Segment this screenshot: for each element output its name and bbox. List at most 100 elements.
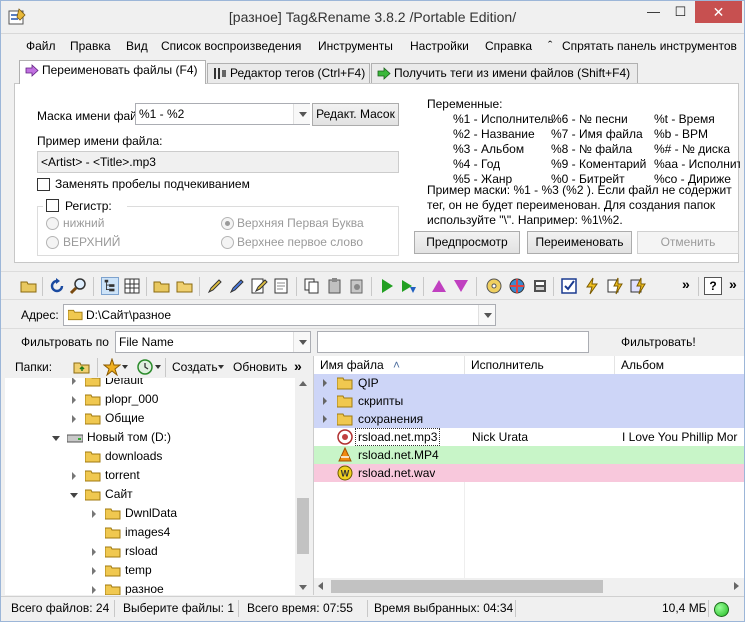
filter-apply-button[interactable]: Фильтровать! bbox=[621, 335, 696, 349]
tree-collapse-icon[interactable] bbox=[70, 493, 78, 498]
scroll-right-arrow[interactable] bbox=[734, 582, 739, 590]
folder-icon[interactable] bbox=[176, 277, 194, 295]
replace-spaces-checkbox[interactable] bbox=[37, 178, 50, 191]
play-list-icon[interactable] bbox=[400, 277, 418, 295]
file-row[interactable]: скрипты bbox=[314, 392, 744, 410]
file-row[interactable]: Wrsload.net.wav bbox=[314, 464, 744, 482]
cd-icon[interactable] bbox=[485, 277, 503, 295]
tree-expand-icon[interactable] bbox=[72, 378, 76, 385]
case-checkbox[interactable] bbox=[46, 199, 59, 212]
document-icon[interactable] bbox=[272, 277, 290, 295]
menu-tools[interactable]: Инструменты bbox=[318, 39, 393, 53]
file-row[interactable]: сохранения bbox=[314, 410, 744, 428]
refresh-icon[interactable] bbox=[48, 277, 66, 295]
menu-file[interactable]: Файл bbox=[26, 39, 56, 53]
minimize-button[interactable]: — bbox=[640, 1, 667, 23]
file-row[interactable]: rsload.net.mp3 Nick Urata I Love You Phill… bbox=[314, 428, 737, 446]
case-lower-radio[interactable] bbox=[46, 217, 59, 230]
address-input[interactable]: D:\Сайт\разное bbox=[63, 304, 496, 326]
toolbar-overflow-button[interactable]: » bbox=[682, 276, 690, 292]
menu-playlist[interactable]: Список воспроизведения bbox=[161, 39, 301, 53]
file-row[interactable]: QIP bbox=[314, 374, 744, 392]
scroll-thumb[interactable] bbox=[331, 580, 603, 593]
maximize-button[interactable]: ☐ bbox=[667, 1, 694, 23]
rename-button[interactable]: Переименовать bbox=[527, 231, 632, 254]
database-icon[interactable] bbox=[531, 277, 549, 295]
tab-tag-editor[interactable]: Редактор тегов (Ctrl+F4) bbox=[207, 63, 370, 83]
folder-up-icon[interactable] bbox=[153, 277, 171, 295]
refresh-button[interactable]: Обновить bbox=[233, 360, 287, 374]
sort-up-icon[interactable] bbox=[430, 277, 448, 295]
tree-scrollbar[interactable] bbox=[295, 378, 311, 595]
column-header-album[interactable]: Альбом bbox=[615, 356, 744, 374]
tree-expand-icon[interactable] bbox=[92, 510, 96, 518]
tree-expand-icon[interactable] bbox=[92, 548, 96, 556]
folder-expand-icon[interactable] bbox=[323, 379, 327, 387]
paste-special-icon[interactable] bbox=[348, 277, 366, 295]
search-icon[interactable] bbox=[70, 277, 88, 295]
tree-expand-icon[interactable] bbox=[92, 567, 96, 575]
splitter[interactable] bbox=[1, 264, 744, 270]
copy-icon[interactable] bbox=[303, 277, 321, 295]
checklist-icon[interactable] bbox=[560, 277, 578, 295]
scroll-up-arrow[interactable] bbox=[299, 381, 307, 386]
case-first-radio[interactable] bbox=[221, 236, 234, 249]
scroll-down-arrow[interactable] bbox=[299, 585, 307, 590]
tree-collapse-icon[interactable] bbox=[52, 436, 60, 441]
tree-expand-icon[interactable] bbox=[72, 415, 76, 423]
preview-button[interactable]: Предпросмотр bbox=[414, 231, 520, 254]
tree-expand-icon[interactable] bbox=[92, 586, 96, 594]
lightning-document-icon[interactable] bbox=[606, 277, 624, 295]
scroll-thumb[interactable] bbox=[297, 498, 309, 554]
menu-settings[interactable]: Настройки bbox=[410, 39, 469, 53]
chevron-down-icon[interactable] bbox=[218, 365, 224, 369]
cancel-button[interactable]: Отменить bbox=[637, 231, 739, 254]
edit-document-icon[interactable] bbox=[250, 277, 268, 295]
column-header-filename[interactable]: Имя файла ˄ bbox=[314, 356, 465, 374]
tree-expand-icon[interactable] bbox=[72, 472, 76, 480]
scroll-left-arrow[interactable] bbox=[318, 582, 323, 590]
menu-view[interactable]: Вид bbox=[126, 39, 148, 53]
folder-toolbar-overflow[interactable]: » bbox=[294, 358, 302, 374]
filter-field-select[interactable]: File Name bbox=[115, 331, 311, 353]
grid-view-icon[interactable] bbox=[123, 277, 141, 295]
tree-view-icon[interactable] bbox=[101, 277, 119, 295]
globe-icon[interactable] bbox=[508, 277, 526, 295]
history-icon[interactable] bbox=[136, 358, 154, 376]
star-icon[interactable] bbox=[103, 358, 121, 376]
filter-dropdown-arrow[interactable] bbox=[293, 332, 310, 352]
open-folder-icon[interactable] bbox=[20, 277, 38, 295]
mask-combo-arrow[interactable] bbox=[293, 104, 310, 124]
sort-down-icon[interactable] bbox=[452, 277, 470, 295]
pen-blue-icon[interactable] bbox=[228, 277, 246, 295]
chevron-down-icon[interactable] bbox=[155, 365, 161, 369]
paste-icon[interactable] bbox=[326, 277, 344, 295]
file-list-hscrollbar[interactable] bbox=[314, 578, 744, 595]
column-header-artist[interactable]: Исполнитель bbox=[465, 356, 615, 374]
tab-tags-from-filename[interactable]: Получить теги из имени файлов (Shift+F4) bbox=[371, 63, 638, 83]
folder-expand-icon[interactable] bbox=[323, 415, 327, 423]
chevron-down-icon[interactable] bbox=[122, 365, 128, 369]
edit-masks-button[interactable]: Редакт. Масок bbox=[312, 103, 399, 126]
help-button[interactable]: ? bbox=[704, 277, 722, 295]
tree-expand-icon[interactable] bbox=[72, 396, 76, 404]
folder-expand-icon[interactable] bbox=[323, 397, 327, 405]
case-title-radio[interactable] bbox=[221, 217, 234, 230]
case-upper-radio[interactable] bbox=[46, 236, 59, 249]
lightning-tag-icon[interactable] bbox=[629, 277, 647, 295]
file-row[interactable]: rsload.net.MP4 bbox=[314, 446, 744, 464]
close-button[interactable]: ✕ bbox=[695, 1, 742, 23]
folder-up-icon[interactable] bbox=[73, 358, 91, 376]
address-dropdown-arrow[interactable] bbox=[478, 305, 495, 325]
mask-input[interactable]: %1 - %2 bbox=[135, 103, 310, 125]
menu-edit[interactable]: Правка bbox=[70, 39, 111, 53]
toolbar-overflow-button-2[interactable]: » bbox=[729, 276, 737, 292]
filter-text-input[interactable] bbox=[317, 331, 589, 353]
pen-icon[interactable] bbox=[206, 277, 224, 295]
menu-help[interactable]: Справка bbox=[485, 39, 532, 53]
menu-hide-toolbar[interactable]: Спрятать панель инструментов bbox=[562, 39, 737, 53]
tab-rename-files[interactable]: Переименовать файлы (F4) bbox=[19, 60, 206, 84]
lightning-icon[interactable] bbox=[583, 277, 601, 295]
create-button[interactable]: Создать bbox=[172, 360, 218, 374]
play-icon[interactable] bbox=[378, 277, 396, 295]
